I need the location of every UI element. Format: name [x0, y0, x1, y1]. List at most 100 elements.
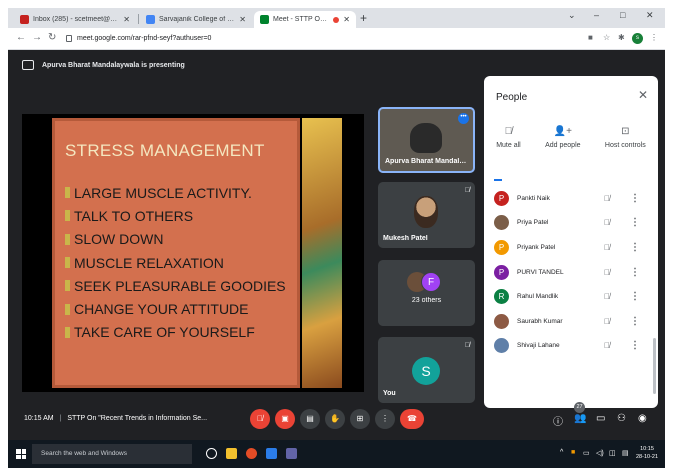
reload-icon[interactable]: ↻ [48, 32, 56, 43]
participant-row[interactable]: Saurabh Kumar 🎙̸ ⋮ [484, 309, 650, 334]
participant-tile-you[interactable]: S 🎙̸ You [378, 337, 475, 403]
add-people-button[interactable]: 👤+ Add people [545, 126, 580, 149]
windows-taskbar: Search the web and Windows ^ ■ ▭ ◁) ◫ ▤ … [8, 440, 665, 468]
taskbar-search[interactable]: Search the web and Windows [32, 444, 192, 464]
extensions-icon[interactable]: ✱ [618, 33, 625, 42]
camera-toggle-button[interactable]: ▣ [275, 409, 295, 429]
camera-feed [410, 123, 442, 153]
star-icon[interactable]: ☆ [603, 33, 610, 42]
more-options-icon[interactable]: ⋮ [630, 193, 640, 204]
url-field[interactable]: meet.google.com/rar-pfnd-seyf?authuser=0 [66, 31, 576, 46]
mic-off-icon[interactable]: 🎙̸ [604, 317, 610, 326]
more-options-icon[interactable]: ••• [458, 113, 469, 124]
slide-list: LARGE MUSCLE ACTIVITY. TALK TO OTHERS SL… [65, 181, 286, 344]
mic-off-icon[interactable]: 🎙̸ [604, 243, 610, 252]
avatar[interactable]: s [632, 33, 643, 44]
tray-chevron-icon[interactable]: ^ [560, 449, 563, 456]
more-options-icon[interactable]: ⋮ [630, 291, 640, 302]
mic-off-icon[interactable]: 🎙̸ [604, 292, 610, 301]
slide-title: STRESS MANAGEMENT [65, 141, 265, 160]
camera-icon[interactable]: ■ [588, 33, 593, 42]
activities-icon[interactable]: ⚇ [617, 413, 626, 424]
participant-tile-others[interactable]: F 23 others [378, 260, 475, 326]
close-icon[interactable]: ✕ [343, 15, 350, 24]
captions-button[interactable]: ▤ [300, 409, 320, 429]
meet-area: Apurva Bharat Mandalaywala is presenting… [8, 50, 665, 440]
tab-search-icon[interactable]: ⌄ [568, 10, 576, 21]
panel-title: People [496, 92, 528, 103]
bullet-icon [65, 326, 70, 338]
mute-all-button[interactable]: 🎙̸ Mute all [496, 126, 521, 149]
plus-icon[interactable]: + [360, 11, 367, 25]
people-icon[interactable]: 👥 [574, 413, 586, 424]
avatar: P [494, 239, 509, 255]
host-controls-icon[interactable]: ◉ [638, 413, 647, 424]
task-view-icon[interactable] [206, 448, 217, 459]
more-options-icon[interactable]: ⋮ [630, 316, 640, 327]
mic-toggle-button[interactable]: 🎙̸ [250, 409, 270, 429]
presentation-screen: STRESS MANAGEMENT LARGE MUSCLE ACTIVITY.… [22, 114, 364, 392]
more-options-icon[interactable]: ⋮ [630, 340, 640, 351]
tab-label: Inbox (285) - scetmeet@scet.ac.in [33, 16, 119, 23]
participant-count-badge: 27 [574, 402, 585, 413]
scrollbar[interactable] [653, 338, 656, 394]
participant-row[interactable]: Shivaji Lahane 🎙̸ ⋮ [484, 334, 650, 359]
mic-off-icon[interactable]: 🎙̸ [604, 268, 610, 277]
page-icon [146, 15, 155, 24]
host-controls-button[interactable]: ⊡ Host controls [605, 126, 646, 149]
profile-photo [414, 196, 438, 228]
edge-icon[interactable] [266, 448, 277, 459]
more-options-icon[interactable]: ⋮ [630, 242, 640, 253]
mic-off-icon[interactable]: 🎙̸ [604, 194, 610, 203]
maximize-icon[interactable]: □ [620, 10, 625, 20]
menu-icon[interactable]: ⋮ [650, 33, 658, 42]
presenting-banner: Apurva Bharat Mandalaywala is presenting [22, 60, 185, 70]
windows-start-icon[interactable] [16, 449, 26, 459]
volume-icon[interactable]: ◁) [596, 449, 604, 457]
network-icon[interactable]: ◫ [609, 449, 616, 457]
notification-icon[interactable]: ▤ [622, 449, 629, 457]
tab-college[interactable]: Sarvajanik College of Engineering ✕ [140, 11, 252, 28]
close-icon[interactable]: ✕ [123, 15, 130, 24]
mic-off-icon[interactable]: 🎙̸ [604, 341, 610, 350]
participant-row[interactable]: P PURVI TANDEL 🎙̸ ⋮ [484, 260, 650, 285]
tab-gmail[interactable]: Inbox (285) - scetmeet@scet.ac.in ✕ [14, 11, 136, 28]
present-button[interactable]: ⊞ [350, 409, 370, 429]
slide-decoration [302, 118, 342, 388]
chrome-icon[interactable] [246, 448, 257, 459]
app-icon[interactable] [286, 448, 297, 459]
more-options-button[interactable]: ⋮ [375, 409, 395, 429]
participant-row[interactable]: R Rahul Mandlik 🎙̸ ⋮ [484, 284, 650, 309]
participant-row[interactable]: Priya Patel 🎙̸ ⋮ [484, 211, 650, 236]
participant-row[interactable]: P Priyank Patel 🎙̸ ⋮ [484, 235, 650, 260]
more-options-icon[interactable]: ⋮ [630, 217, 640, 228]
more-options-icon[interactable]: ⋮ [630, 267, 640, 278]
participant-name: Priyank Patel [517, 243, 556, 251]
close-icon[interactable]: ✕ [638, 88, 648, 102]
taskbar-clock[interactable]: 10:15 28-10-21 [636, 445, 658, 461]
tab-meet[interactable]: Meet - STTP On "Recent Tre ✕ [254, 11, 356, 28]
close-icon[interactable]: ✕ [239, 15, 246, 24]
window-close-icon[interactable]: ✕ [646, 10, 654, 21]
participant-tile-mukesh[interactable]: 🎙̸ Mukesh Patel [378, 182, 475, 248]
leave-call-button[interactable]: ☎ [400, 409, 424, 429]
file-explorer-icon[interactable] [226, 448, 237, 459]
address-bar: ← → ↻ meet.google.com/rar-pfnd-seyf?auth… [8, 28, 665, 50]
participant-list[interactable]: P Pankti Naik 🎙̸ ⋮ Priya Patel 🎙̸ ⋮ P Pr… [484, 186, 650, 358]
participant-row[interactable]: P Pankti Naik 🎙̸ ⋮ [484, 186, 650, 211]
minimize-icon[interactable]: – [594, 10, 599, 20]
participant-tile-presenter[interactable]: ••• Apurva Bharat Mandalay... [378, 107, 475, 173]
info-icon[interactable]: ⓘ [553, 413, 563, 428]
scroll-indicator [494, 179, 502, 181]
mic-off-icon[interactable]: 🎙̸ [604, 218, 610, 227]
tray-app-icon[interactable]: ■ [571, 449, 575, 456]
slide-item: LARGE MUSCLE ACTIVITY. [65, 181, 286, 204]
url-text: meet.google.com/rar-pfnd-seyf?authuser=0 [77, 35, 212, 42]
present-icon [22, 60, 34, 70]
back-icon[interactable]: ← [16, 32, 26, 43]
forward-icon[interactable]: → [32, 32, 42, 43]
raise-hand-button[interactable]: ✋ [325, 409, 345, 429]
avatar-group: F [407, 272, 447, 294]
chat-icon[interactable]: ▭ [596, 413, 605, 424]
battery-icon[interactable]: ▭ [583, 449, 590, 457]
